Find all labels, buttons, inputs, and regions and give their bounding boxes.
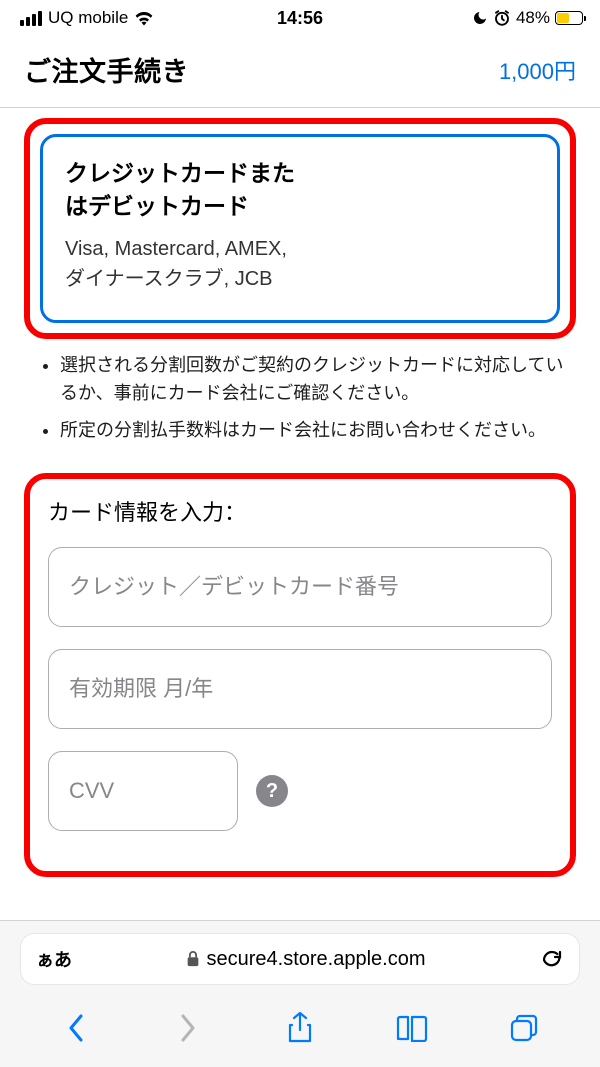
status-right: 48% (472, 8, 586, 28)
payment-desc-line1: Visa, Mastercard, AMEX, (65, 238, 287, 260)
payment-title-line1: クレジットカードまた (65, 160, 295, 186)
payment-option-highlight: クレジットカードまた はデビットカード Visa, Mastercard, AM… (24, 118, 576, 339)
url-text[interactable]: secure4.store.apple.com (84, 948, 528, 971)
cvv-input[interactable] (48, 751, 238, 831)
signal-icon (20, 11, 42, 26)
card-form-label: カード情報を入力： (48, 495, 552, 527)
payment-desc-line2: ダイナースクラブ, JCB (65, 268, 273, 290)
share-button[interactable] (282, 1010, 318, 1046)
browser-toolbar (0, 997, 600, 1067)
status-left: UQ mobile (20, 8, 154, 28)
alarm-icon (493, 9, 511, 27)
page-header: 一般的な支払い方法： ご注文手続き 1,000円 (0, 34, 600, 108)
payment-option-title: クレジットカードまた はデビットカード (65, 157, 535, 224)
tabs-button[interactable] (506, 1010, 542, 1046)
reload-icon[interactable] (540, 947, 564, 971)
note-item: 選択される分割回数がご契約のクレジットカードに対応しているか、事前にカード会社に… (60, 351, 566, 409)
page-title: ご注文手続き (24, 50, 189, 89)
cvv-help-icon[interactable]: ? (256, 775, 288, 807)
lock-icon (186, 951, 200, 967)
payment-title-line2: はデビットカード (65, 193, 249, 219)
status-bar: UQ mobile 14:56 48% (0, 0, 600, 34)
bookmarks-button[interactable] (394, 1010, 430, 1046)
battery-icon (555, 11, 586, 25)
moon-icon (472, 10, 488, 26)
back-button[interactable] (58, 1010, 94, 1046)
notes-list: 選択される分割回数がご契約のクレジットカードに対応しているか、事前にカード会社に… (24, 347, 576, 473)
url-label: secure4.store.apple.com (206, 948, 425, 971)
wifi-icon (134, 10, 154, 26)
payment-option-desc: Visa, Mastercard, AMEX, ダイナースクラブ, JCB (65, 234, 535, 294)
note-item: 所定の分割払手数料はカード会社にお問い合わせください。 (60, 416, 566, 445)
payment-option-card[interactable]: クレジットカードまた はデビットカード Visa, Mastercard, AM… (40, 134, 560, 323)
price-link[interactable]: 1,000円 (499, 54, 576, 86)
card-number-input[interactable] (48, 547, 552, 627)
forward-button[interactable] (170, 1010, 206, 1046)
text-size-button[interactable]: ぁあ (36, 946, 72, 972)
carrier-label: UQ mobile (48, 8, 128, 28)
browser-address-bar: ぁあ secure4.store.apple.com (0, 920, 600, 997)
card-form-highlight: カード情報を入力： ? (24, 473, 576, 877)
battery-pct-label: 48% (516, 8, 550, 28)
url-pill[interactable]: ぁあ secure4.store.apple.com (20, 933, 580, 985)
time-label: 14:56 (277, 8, 323, 29)
expiry-input[interactable] (48, 649, 552, 729)
